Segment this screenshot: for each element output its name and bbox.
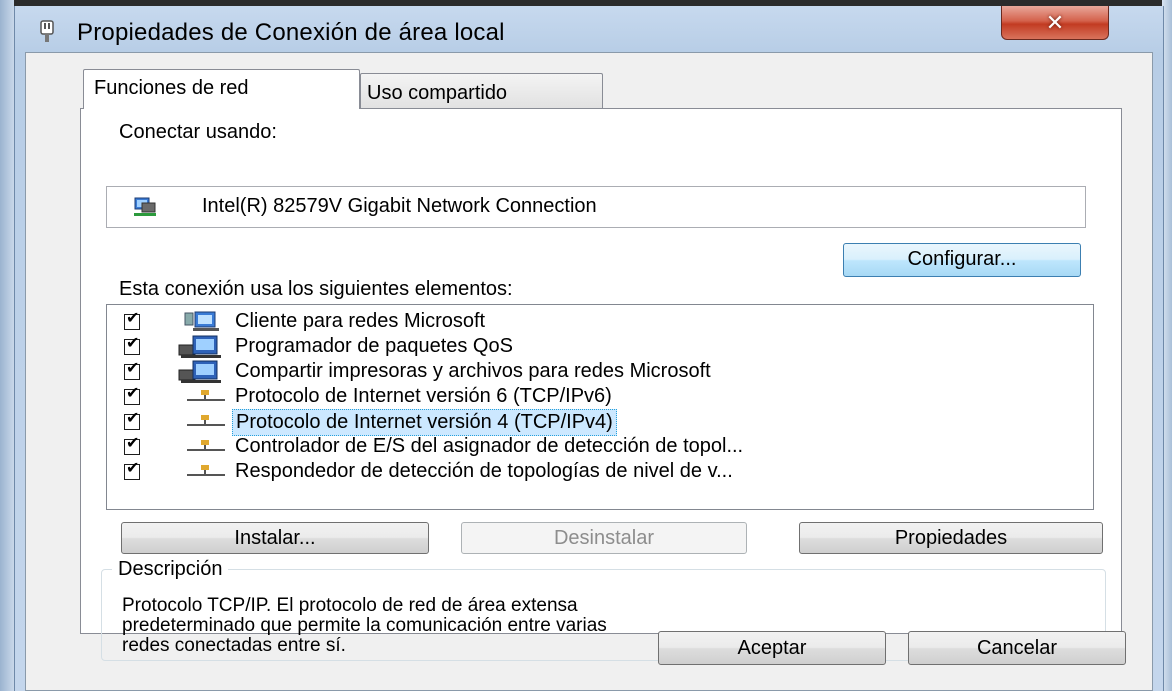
component-checkbox[interactable]: ✔ (124, 335, 140, 355)
components-label: Esta conexión usa los siguientes element… (119, 278, 513, 300)
adapter-name: Intel(R) 82579V Gigabit Network Connecti… (202, 195, 597, 217)
tab-uso-compartido[interactable]: Uso compartido (360, 73, 603, 109)
description-line: redes conectadas entre sí. (122, 635, 346, 656)
component-label: Programador de paquetes QoS (235, 335, 513, 357)
configure-button[interactable]: Configurar... (843, 243, 1081, 277)
network-protocol-icon (187, 440, 225, 451)
list-item-selected[interactable]: ✔ Protocolo de Internet versión 4 (TCP/I… (107, 409, 1093, 436)
check-icon: ✔ (126, 310, 140, 327)
component-label: Protocolo de Internet versión 4 (TCP/IPv… (232, 409, 617, 436)
list-item[interactable]: ✔ Cliente para redes Microsoft (107, 309, 1093, 334)
connect-using-label: Conectar usando: (119, 121, 277, 143)
install-button[interactable]: Instalar... (121, 522, 429, 554)
dialog-client-area: Funciones de red Uso compartido Conectar… (25, 52, 1153, 691)
list-item[interactable]: ✔ Protocolo de Internet versión 6 (TCP/I… (107, 384, 1093, 409)
check-icon: ✔ (126, 335, 140, 352)
component-label: Compartir impresoras y archivos para red… (235, 360, 711, 382)
list-item[interactable]: ✔ Compartir impresoras y archivos para r… (107, 359, 1093, 384)
network-service-icon (178, 335, 221, 358)
list-item[interactable]: ✔ Programador de paquetes QoS (107, 334, 1093, 359)
ok-button[interactable]: Aceptar (658, 631, 886, 665)
component-label: Protocolo de Internet versión 6 (TCP/IPv… (235, 385, 612, 407)
adapter-field[interactable]: Intel(R) 82579V Gigabit Network Connecti… (106, 186, 1086, 228)
component-label: Respondedor de detección de topologías d… (235, 460, 733, 482)
component-label: Controlador de E/S del asignador de dete… (235, 435, 744, 457)
component-checkbox[interactable]: ✔ (124, 435, 140, 455)
network-client-icon (184, 311, 219, 331)
tab-funciones-de-red[interactable]: Funciones de red (83, 69, 360, 109)
properties-button[interactable]: Propiedades (799, 522, 1103, 554)
title-bar[interactable]: Propiedades de Conexión de área local ✕ (15, 6, 1163, 52)
network-protocol-icon (187, 390, 225, 401)
description-line: predeterminado que permite la comunicaci… (122, 615, 607, 636)
component-checkbox[interactable]: ✔ (124, 310, 140, 330)
description-line: Protocolo TCP/IP. El protocolo de red de… (122, 595, 578, 616)
description-legend: Descripción (112, 558, 229, 581)
close-icon: ✕ (1045, 9, 1065, 35)
description-text: Protocolo TCP/IP. El protocolo de red de… (122, 596, 1022, 656)
uninstall-button[interactable]: Desinstalar (461, 522, 747, 554)
check-icon: ✔ (126, 410, 140, 427)
network-protocol-icon (187, 415, 225, 426)
check-icon: ✔ (126, 435, 140, 452)
network-connection-icon (40, 20, 54, 42)
check-icon: ✔ (126, 360, 140, 377)
list-item[interactable]: ✔ Controlador de E/S del asignador de de… (107, 434, 1093, 459)
component-checkbox[interactable]: ✔ (124, 385, 140, 405)
network-adapter-icon (134, 197, 156, 216)
components-list[interactable]: ✔ Cliente para redes Microsoft ✔ Program… (106, 304, 1094, 510)
tab-panel: Conectar usando: Intel(R) 82579V Gigabit… (80, 108, 1122, 661)
window-title: Propiedades de Conexión de área local (77, 19, 505, 46)
network-protocol-icon (187, 465, 225, 476)
check-icon: ✔ (126, 385, 140, 402)
component-checkbox[interactable]: ✔ (124, 410, 140, 430)
network-service-icon (178, 360, 221, 383)
component-label: Cliente para redes Microsoft (235, 310, 486, 332)
dialog-window: Propiedades de Conexión de área local ✕ … (14, 6, 1164, 691)
component-checkbox[interactable]: ✔ (124, 460, 140, 480)
close-button[interactable]: ✕ (1001, 6, 1109, 40)
list-item[interactable]: ✔ Respondedor de detección de topologías… (107, 459, 1093, 484)
check-icon: ✔ (126, 460, 140, 477)
cancel-button[interactable]: Cancelar (908, 631, 1126, 665)
component-checkbox[interactable]: ✔ (124, 360, 140, 380)
background-left (0, 0, 14, 691)
